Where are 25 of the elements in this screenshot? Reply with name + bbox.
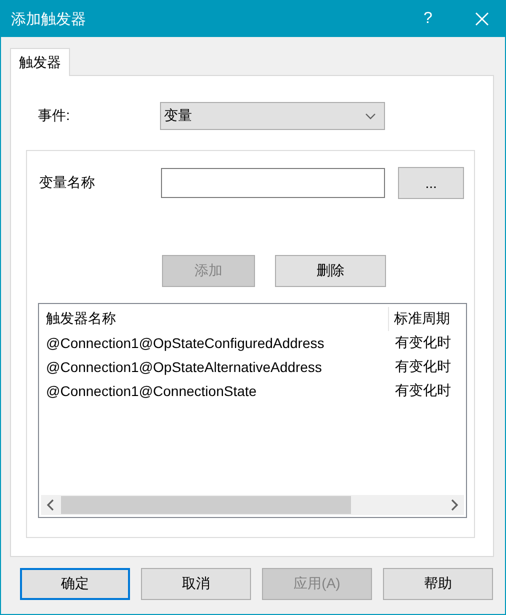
close-icon[interactable] xyxy=(475,12,489,26)
table-cell-text: @Connection1@OpStateConfiguredAddress xyxy=(45,334,326,353)
column-header[interactable]: 触发器名称 xyxy=(39,307,389,331)
delete-button[interactable]: 删除 xyxy=(275,255,386,287)
variable-name-field[interactable] xyxy=(160,168,386,198)
scrollbar-thumb[interactable] xyxy=(61,496,351,514)
scroll-left-icon[interactable] xyxy=(46,499,56,511)
table-cell-text: 有变化时 xyxy=(394,357,452,376)
table-cell-text: 有变化时 xyxy=(394,381,452,400)
window-title: 添加触发器 xyxy=(11,10,87,28)
table-cell-text: @Connection1@ConnectionState xyxy=(45,382,258,401)
scroll-right-icon[interactable] xyxy=(449,499,459,511)
table-cell-text: 有变化时 xyxy=(394,333,452,352)
event-dropdown[interactable]: 变量 xyxy=(160,102,385,130)
dialog-button[interactable]: 帮助 xyxy=(383,568,493,600)
column-header[interactable]: 标准周期 xyxy=(389,307,466,331)
dialog-button[interactable]: 确定 xyxy=(20,568,130,600)
event-label: 事件: xyxy=(37,107,71,125)
dialog-button[interactable]: 取消 xyxy=(141,568,251,600)
horizontal-scrollbar[interactable] xyxy=(41,495,464,515)
table-cell-text: @Connection1@OpStateAlternativeAddress xyxy=(45,358,323,377)
browse-button[interactable]: ... xyxy=(398,167,464,199)
chevron-down-icon xyxy=(365,112,376,120)
variable-name-label: 变量名称 xyxy=(38,174,96,192)
tab[interactable]: 触发器 xyxy=(10,48,70,76)
